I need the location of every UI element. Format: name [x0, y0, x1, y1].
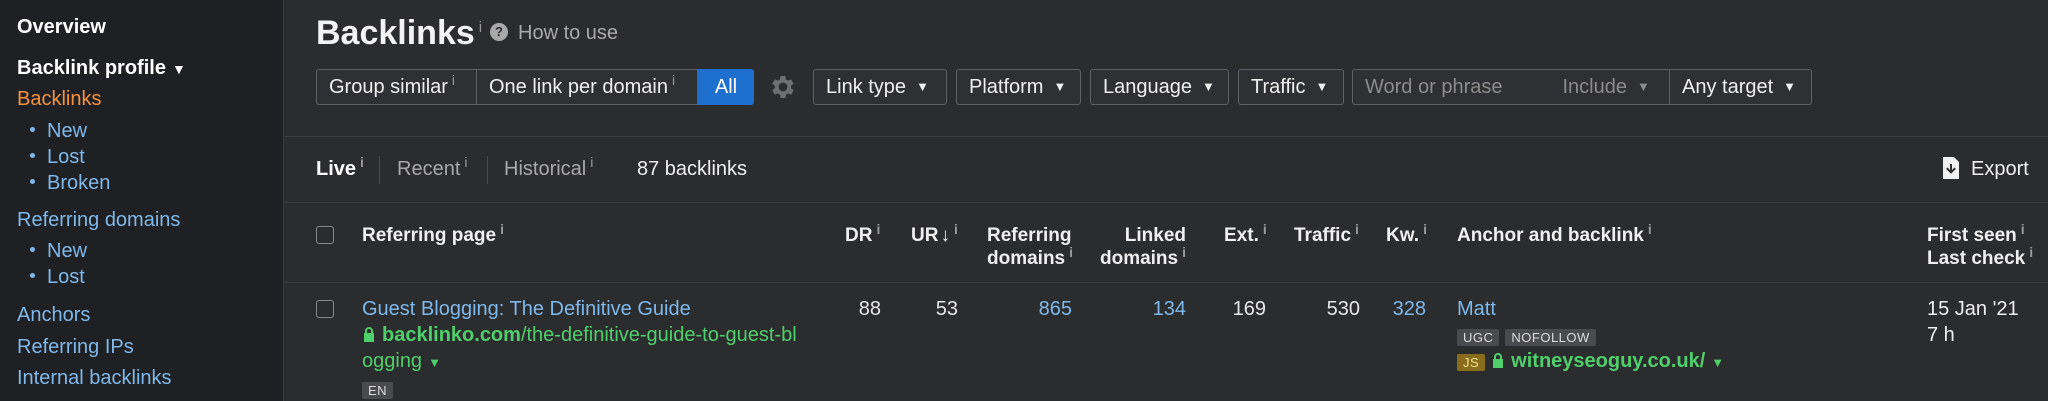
sidebar: Overview Backlink profile ▼ Backlinks New…	[0, 0, 284, 401]
kw-value[interactable]: 328	[1346, 298, 1426, 321]
dr-value: 88	[858, 298, 881, 320]
divider	[285, 282, 2048, 283]
info-icon: i	[1647, 220, 1652, 237]
ur-value: 53	[935, 298, 958, 320]
referring-page-title-link[interactable]: Guest Blogging: The Definitive Guide	[362, 298, 691, 321]
page-title: Backlinks i	[316, 14, 483, 52]
info-icon: i	[464, 154, 468, 171]
column-kw[interactable]: Kw. i	[1386, 220, 1427, 247]
group-similar-button[interactable]: Group similar i	[316, 69, 477, 105]
lock-icon	[1493, 352, 1504, 368]
tab-separator	[487, 156, 488, 184]
tab-historical[interactable]: Historical i	[504, 155, 593, 181]
column-referring-domains[interactable]: Referring domains i	[987, 224, 1073, 270]
all-button[interactable]: All	[698, 69, 754, 105]
word-or-phrase-input[interactable]: Word or phrase Include ▼	[1352, 69, 1670, 105]
info-icon: i	[360, 154, 364, 171]
info-icon: i	[500, 220, 504, 237]
platform-dropdown[interactable]: Platform ▼	[956, 69, 1081, 105]
caret-down-icon[interactable]: ▼	[1711, 355, 1724, 370]
bullet-icon	[30, 179, 35, 185]
sidebar-item-backlinks-broken[interactable]: Broken	[30, 172, 110, 195]
gear-icon[interactable]	[768, 72, 798, 102]
info-icon: i	[1355, 220, 1359, 237]
sidebar-item-internal-backlinks[interactable]: Internal backlinks	[17, 367, 172, 390]
sidebar-item-backlink-profile[interactable]: Backlink profile ▼	[17, 57, 186, 80]
bullet-icon	[30, 273, 35, 279]
language-dropdown[interactable]: Language ▼	[1090, 69, 1229, 105]
traffic-dropdown[interactable]: Traffic ▼	[1238, 69, 1344, 105]
tab-live[interactable]: Live i	[316, 155, 364, 181]
link-tags: UGC NOFOLLOW	[1457, 325, 1602, 348]
one-link-per-domain-button[interactable]: One link per domain i	[477, 69, 698, 105]
linked-domains-value[interactable]: 134	[1106, 298, 1186, 321]
info-icon: i	[876, 220, 881, 237]
divider	[285, 136, 2048, 137]
info-icon: i	[953, 220, 958, 237]
column-first-seen-last-check[interactable]: First seen i Last check i	[1927, 220, 2034, 270]
caret-down-icon: ▼	[1315, 79, 1329, 94]
link-type-dropdown[interactable]: Link type ▼	[813, 69, 947, 105]
divider	[285, 202, 2048, 203]
info-icon: i	[1423, 220, 1427, 237]
ext-value: 169	[1232, 298, 1266, 320]
bullet-icon	[30, 127, 35, 133]
sort-down-icon: ↓	[940, 225, 950, 246]
sidebar-item-overview[interactable]: Overview	[17, 16, 106, 39]
bullet-icon	[30, 153, 35, 159]
info-icon: i	[2020, 220, 2025, 237]
sidebar-item-referring-new[interactable]: New	[30, 240, 87, 263]
column-dr[interactable]: DR i	[845, 220, 881, 247]
bullet-icon	[30, 247, 35, 253]
caret-down-icon: ▼	[1636, 79, 1650, 94]
sidebar-item-referring-ips[interactable]: Referring IPs	[17, 336, 134, 359]
caret-down-icon: ▼	[1783, 79, 1797, 94]
info-icon: i	[590, 154, 594, 171]
sidebar-item-backlinks[interactable]: Backlinks	[17, 88, 101, 111]
column-ext[interactable]: Ext. i	[1224, 220, 1267, 247]
caret-down-icon[interactable]: ▼	[428, 355, 441, 370]
language-badge: EN	[362, 378, 399, 401]
caret-down-icon: ▼	[171, 61, 186, 77]
sidebar-item-backlinks-lost[interactable]: Lost	[30, 146, 85, 169]
lock-icon	[364, 326, 374, 342]
how-to-use-link[interactable]: ? How to use	[490, 22, 618, 45]
sidebar-item-referring-domains[interactable]: Referring domains	[17, 209, 180, 232]
select-all-checkbox[interactable]	[316, 226, 334, 244]
sidebar-item-anchors[interactable]: Anchors	[17, 304, 90, 327]
question-circle-icon: ?	[490, 22, 508, 41]
sidebar-item-backlinks-new[interactable]: New	[30, 120, 87, 143]
include-dropdown[interactable]: Include ▼	[1562, 76, 1649, 98]
column-referring-page[interactable]: Referring page i	[362, 220, 504, 247]
tab-separator	[379, 156, 380, 184]
sidebar-item-referring-lost[interactable]: Lost	[30, 266, 85, 289]
info-icon: i	[1069, 243, 1074, 260]
any-target-dropdown[interactable]: Any target ▼	[1669, 69, 1812, 105]
caret-down-icon: ▼	[916, 79, 929, 94]
row-checkbox[interactable]	[316, 300, 334, 318]
anchor-text-link[interactable]: Matt	[1457, 298, 1496, 321]
info-icon: i	[451, 72, 456, 89]
column-anchor-and-backlink[interactable]: Anchor and backlink i	[1457, 220, 1652, 247]
first-seen-value: 15 Jan '21	[1927, 298, 2019, 320]
column-traffic[interactable]: Traffic i	[1294, 220, 1359, 247]
column-linked-domains[interactable]: Linked domains i	[1094, 224, 1186, 270]
referring-page-url-link[interactable]: backlinko.com/the-definitive-guide-to-gu…	[362, 324, 797, 347]
export-icon	[1943, 156, 1959, 179]
backlink-count: 87 backlinks	[637, 158, 748, 180]
info-icon: i	[2029, 243, 2034, 260]
caret-down-icon: ▼	[1053, 79, 1067, 94]
backlink-target-link[interactable]: JS witneyseoguy.co.uk/▼	[1457, 350, 1724, 373]
info-icon: i	[671, 72, 676, 89]
last-check-value: 7 h	[1927, 324, 1955, 346]
export-button[interactable]: Export	[1941, 156, 2029, 181]
referring-page-url-continued[interactable]: ogging ▼	[362, 350, 441, 373]
column-ur[interactable]: UR ↓ i	[911, 220, 958, 247]
info-icon[interactable]: i	[479, 19, 482, 36]
caret-down-icon: ▼	[1201, 79, 1215, 94]
referring-domains-value[interactable]: 865	[992, 298, 1072, 321]
info-icon: i	[1262, 220, 1267, 237]
tab-recent[interactable]: Recent i	[397, 155, 468, 181]
info-icon: i	[1182, 243, 1186, 260]
